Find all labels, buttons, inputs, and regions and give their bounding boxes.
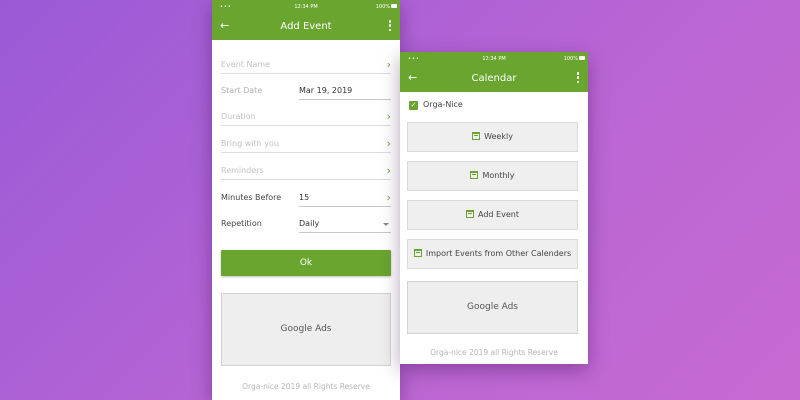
weekly-button[interactable]: Weekly xyxy=(407,122,578,152)
footer-text: Orga-nice 2019 all Rights Reserve xyxy=(242,382,370,391)
footer-text: Orga-nice 2019 all Rights Reserve xyxy=(430,348,558,357)
monthly-button[interactable]: Monthly xyxy=(407,161,578,191)
import-events-label: Import Events from Other Calenders xyxy=(425,249,572,258)
divider xyxy=(299,232,391,233)
repetition-label: Repetition xyxy=(221,219,262,228)
chevron-right-icon[interactable]: › xyxy=(387,110,391,124)
add-event-label: Add Event xyxy=(478,210,519,219)
status-time: 12:34 PM xyxy=(294,4,318,10)
app-bar: ← Add Event xyxy=(212,14,400,40)
status-time: 12:34 PM xyxy=(482,56,506,62)
repetition-select[interactable]: Daily xyxy=(299,219,319,228)
status-bar: ••• 12:34 PM 100% xyxy=(212,0,400,14)
page-title: Add Event xyxy=(280,21,332,32)
divider xyxy=(221,179,391,180)
status-bar: ••• 12:34 PM 100% xyxy=(400,52,588,66)
ad-banner[interactable]: Google Ads xyxy=(407,281,578,334)
bring-with-you-placeholder: Bring with you xyxy=(221,139,279,148)
calendar-icon xyxy=(466,210,475,218)
start-date-value[interactable]: Mar 19, 2019 xyxy=(299,86,352,95)
chevron-right-icon[interactable]: › xyxy=(387,191,391,205)
battery-icon xyxy=(579,56,585,60)
duration-placeholder: Duration xyxy=(221,112,256,121)
calendar-icon xyxy=(472,132,481,140)
add-event-button[interactable]: Add Event xyxy=(407,200,578,230)
page-title: Calendar xyxy=(471,73,517,84)
app-bar: ← Calendar xyxy=(400,66,588,92)
checkbox-label: Orga-Nice xyxy=(423,100,463,109)
chevron-right-icon[interactable]: › xyxy=(387,164,391,178)
ok-button[interactable]: Ok xyxy=(221,250,391,276)
reminders-field[interactable]: Reminders › xyxy=(221,164,391,180)
minutes-before-value[interactable]: 15 xyxy=(299,193,309,202)
battery-level: 100% xyxy=(563,56,578,62)
weekly-label: Weekly xyxy=(484,132,513,141)
ad-banner[interactable]: Google Ads xyxy=(221,293,391,366)
divider xyxy=(299,99,391,100)
calendar-icon xyxy=(413,249,422,257)
battery-icon xyxy=(391,4,397,8)
minutes-before-label: Minutes Before xyxy=(221,193,282,202)
start-date-field[interactable]: Start Date Mar 19, 2019 xyxy=(221,84,391,100)
repetition-field[interactable]: Repetition Daily xyxy=(221,217,391,233)
divider xyxy=(221,125,391,126)
chevron-right-icon[interactable]: › xyxy=(387,58,391,72)
more-vertical-icon[interactable] xyxy=(576,72,580,86)
monthly-label: Monthly xyxy=(482,171,515,180)
battery-level: 100% xyxy=(375,4,390,10)
divider xyxy=(221,73,391,74)
calendar-screen: ••• 12:34 PM 100% ← Calendar ✓ Orga-Nice… xyxy=(400,52,588,364)
chevron-down-icon[interactable] xyxy=(383,223,389,226)
divider xyxy=(299,206,391,207)
reminders-placeholder: Reminders xyxy=(221,166,264,175)
import-events-button[interactable]: Import Events from Other Calenders xyxy=(407,239,578,269)
event-name-field[interactable]: Event Name › xyxy=(221,58,391,74)
duration-field[interactable]: Duration › xyxy=(221,110,391,126)
more-vertical-icon[interactable] xyxy=(388,20,392,34)
calendar-icon xyxy=(470,171,479,179)
add-event-screen: ••• 12:34 PM 100% ← Add Event Event Name… xyxy=(212,0,400,400)
event-name-placeholder: Event Name xyxy=(221,60,271,69)
bring-with-you-field[interactable]: Bring with you › xyxy=(221,137,391,153)
divider xyxy=(221,152,391,153)
chevron-right-icon[interactable]: › xyxy=(387,137,391,151)
start-date-label: Start Date xyxy=(221,86,263,95)
minutes-before-field[interactable]: Minutes Before 15 › xyxy=(221,191,391,207)
checkmark-icon[interactable]: ✓ xyxy=(409,101,418,110)
